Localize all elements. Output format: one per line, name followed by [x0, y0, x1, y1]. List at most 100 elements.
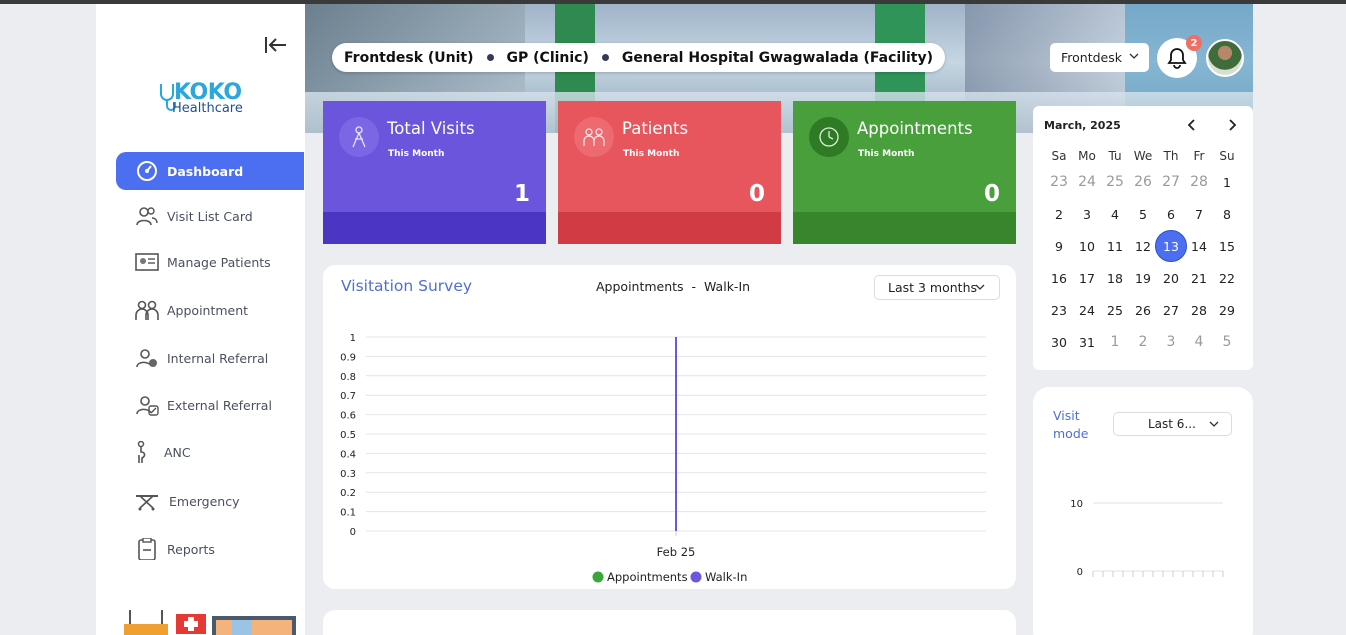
calendar-day[interactable]: 2: [1045, 200, 1073, 228]
stat-title: Appointments: [857, 119, 973, 138]
chevron-down-icon: [1129, 53, 1139, 59]
calendar-day[interactable]: 5: [1213, 328, 1241, 356]
avatar[interactable]: [1206, 39, 1244, 77]
stat-card-patients[interactable]: Patients This Month 0: [558, 101, 781, 244]
sidebar: KOKO Healthcare Dashboard Visit List Car…: [96, 4, 305, 635]
patients-icon: [574, 117, 614, 157]
calendar-day[interactable]: 9: [1045, 232, 1073, 260]
calendar-day[interactable]: 22: [1213, 264, 1241, 292]
sidebar-item-label: Dashboard: [167, 163, 244, 179]
sidebar-item-manage-patients[interactable]: Manage Patients: [116, 243, 304, 281]
y-tick-label: 0.5: [340, 430, 356, 441]
role-select[interactable]: Frontdesk: [1050, 43, 1149, 72]
breadcrumb-unit[interactable]: Frontdesk (Unit): [344, 50, 474, 66]
calendar-day[interactable]: 27: [1157, 168, 1185, 196]
stat-card-bottom: [558, 212, 781, 244]
notification-badge: 2: [1186, 35, 1202, 51]
calendar-weekday: Su: [1219, 149, 1235, 163]
calendar-day[interactable]: 24: [1073, 296, 1101, 324]
y-tick-label: 0: [1077, 567, 1083, 578]
calendar-day[interactable]: 11: [1101, 232, 1129, 260]
sidebar-item-label: Appointment: [167, 302, 249, 318]
collapse-sidebar-icon[interactable]: [264, 35, 288, 55]
x-tick-label: Feb 25: [657, 545, 696, 559]
calendar-day[interactable]: 25: [1101, 296, 1129, 324]
calendar-day[interactable]: 25: [1101, 168, 1129, 196]
calendar-day[interactable]: 15: [1213, 232, 1241, 260]
calendar-day[interactable]: 17: [1073, 264, 1101, 292]
calendar-day[interactable]: 4: [1185, 328, 1213, 356]
calendar-day[interactable]: 7: [1185, 200, 1213, 228]
breadcrumb-clinic[interactable]: GP (Clinic): [507, 50, 589, 66]
calendar-day[interactable]: 23: [1045, 168, 1073, 196]
calendar-day-selected[interactable]: 13: [1155, 230, 1187, 262]
calendar-weekday: Tu: [1108, 149, 1122, 163]
sidebar-item-dashboard[interactable]: Dashboard: [116, 152, 304, 190]
sidebar-item-external-referral[interactable]: External Referral: [116, 386, 304, 424]
breadcrumb-facility[interactable]: General Hospital Gwagwalada (Facility): [622, 50, 933, 66]
calendar-day[interactable]: 31: [1073, 328, 1101, 356]
app-logo: KOKO Healthcare: [158, 80, 268, 122]
calendar-day[interactable]: 27: [1157, 296, 1185, 324]
legend-label: Walk-In: [705, 570, 747, 584]
calendar-day[interactable]: 5: [1129, 200, 1157, 228]
sidebar-item-emergency[interactable]: Emergency: [116, 482, 304, 520]
calendar-day[interactable]: 1: [1101, 328, 1129, 356]
calendar-day[interactable]: 1: [1213, 168, 1241, 196]
calendar-day[interactable]: 19: [1129, 264, 1157, 292]
sidebar-item-internal-referral[interactable]: Internal Referral: [116, 339, 304, 377]
calendar-day[interactable]: 28: [1185, 296, 1213, 324]
y-tick-label: 0.7: [340, 391, 356, 402]
appointment-icon: [135, 300, 159, 320]
sidebar-item-anc[interactable]: ANC: [116, 433, 304, 471]
calendar-day[interactable]: 4: [1101, 200, 1129, 228]
stat-card-appointments[interactable]: Appointments This Month 0: [793, 101, 1016, 244]
calendar-day[interactable]: 29: [1213, 296, 1241, 324]
patient-card-icon: [135, 253, 159, 271]
visitation-chart: 0 0.1 0.2 0.3 0.4 0.5 0.6 0.7 0.8 0.9 1 Feb 25 Appoi…: [340, 333, 986, 584]
calendar-day[interactable]: 16: [1045, 264, 1073, 292]
chevron-left-icon[interactable]: [1187, 119, 1197, 131]
sidebar-item-appointment[interactable]: Appointment: [116, 291, 304, 329]
calendar-day[interactable]: 20: [1157, 264, 1185, 292]
calendar-day[interactable]: 6: [1157, 200, 1185, 228]
chevron-right-icon[interactable]: [1227, 119, 1237, 131]
y-tick-label: 0.4: [340, 449, 356, 460]
calendar-day[interactable]: 23: [1045, 296, 1073, 324]
y-tick-label: 1: [350, 333, 356, 344]
sidebar-item-visit-list-card[interactable]: Visit List Card: [116, 197, 304, 235]
calendar-day[interactable]: 14: [1185, 232, 1213, 260]
calendar-day[interactable]: 21: [1185, 264, 1213, 292]
sidebar-item-reports[interactable]: Reports: [116, 530, 304, 568]
calendar-day[interactable]: 18: [1101, 264, 1129, 292]
calendar-day[interactable]: 26: [1129, 168, 1157, 196]
calendar-day[interactable]: 12: [1129, 232, 1157, 260]
stat-card-bottom: [323, 212, 546, 244]
breadcrumb-separator: [486, 54, 494, 61]
stretcher-icon: [136, 495, 158, 511]
legend-label: Appointments: [607, 570, 688, 584]
calendar-day[interactable]: 26: [1129, 296, 1157, 324]
internal-referral-icon: [136, 349, 157, 368]
sidebar-item-label: Reports: [167, 541, 215, 557]
calendar-day[interactable]: 2: [1129, 328, 1157, 356]
sidebar-item-label: External Referral: [167, 397, 272, 413]
breadcrumb-separator: [601, 54, 609, 61]
calendar-day[interactable]: 28: [1185, 168, 1213, 196]
y-tick-label: 0: [350, 527, 356, 538]
calendar-day[interactable]: 8: [1213, 200, 1241, 228]
stat-card-total-visits[interactable]: Total Visits This Month 1: [323, 101, 546, 244]
sidebar-item-label: Manage Patients: [167, 254, 271, 270]
calendar-day[interactable]: 24: [1073, 168, 1101, 196]
calendar-day[interactable]: 3: [1073, 200, 1101, 228]
stat-card-bottom: [793, 212, 1016, 244]
y-tick-label: 0.2: [340, 488, 356, 499]
bell-icon: [1167, 48, 1187, 69]
y-tick-label: 0.1: [340, 508, 356, 519]
calendar-day[interactable]: 3: [1157, 328, 1185, 356]
sidebar-item-label: Internal Referral: [167, 350, 269, 366]
logo-subtitle: Healthcare: [172, 101, 243, 116]
calendar-day[interactable]: 30: [1045, 328, 1073, 356]
clipboard-icon: [138, 538, 156, 560]
calendar-day[interactable]: 10: [1073, 232, 1101, 260]
